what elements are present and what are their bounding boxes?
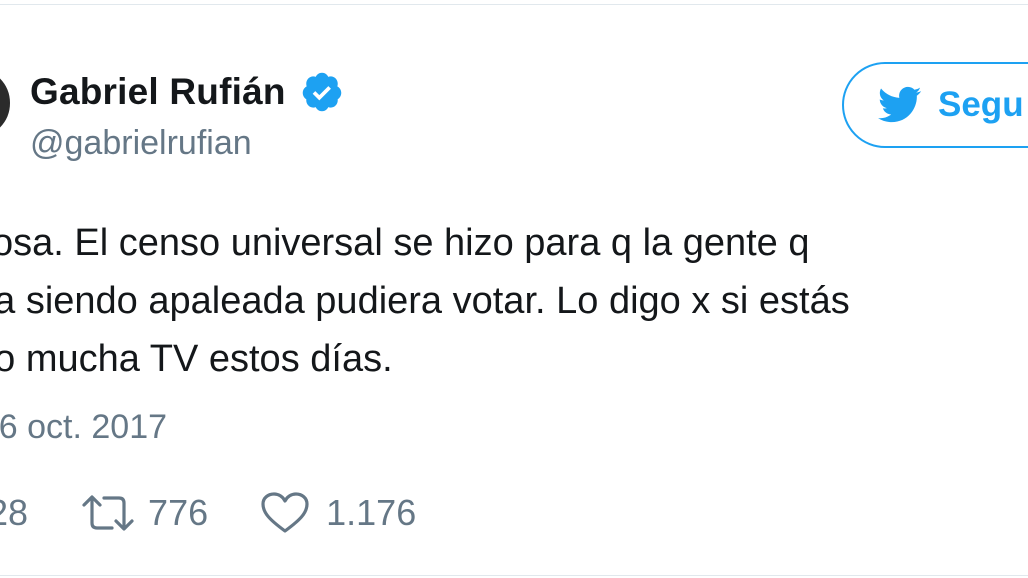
- retweet-icon: [78, 491, 138, 535]
- tweet-text-line: ba siendo apaleada pudiera votar. Lo dig…: [0, 280, 850, 322]
- tweet-card: Gabriel Rufián @gabrielrufian Segu cosa.…: [0, 0, 1028, 578]
- heart-icon: [260, 491, 310, 535]
- avatar[interactable]: [0, 66, 12, 140]
- verified-badge-icon: [300, 70, 344, 114]
- retweet-action[interactable]: 776: [78, 491, 208, 535]
- follow-button-label: Segu: [938, 85, 1024, 124]
- author-handle[interactable]: @gabrielrufian: [30, 124, 252, 163]
- reply-count: 28: [0, 492, 29, 533]
- bottom-divider: [0, 575, 1028, 576]
- author-display-name[interactable]: Gabriel Rufián: [30, 71, 286, 113]
- follow-button[interactable]: Segu: [842, 62, 1028, 148]
- tweet-text-line: do mucha TV estos días.: [0, 338, 393, 380]
- reply-action[interactable]: 28: [0, 492, 28, 534]
- like-action[interactable]: 1.176: [260, 491, 416, 535]
- twitter-bird-icon: [878, 86, 922, 124]
- tweet-timestamp[interactable]: - 6 oct. 2017: [0, 408, 167, 447]
- top-divider: [0, 4, 1028, 5]
- tweet-text: cosa. El censo universal se hizo para q …: [0, 214, 1028, 388]
- tweet-text-line: cosa. El censo universal se hizo para q …: [0, 222, 810, 264]
- like-count: 1.176: [326, 492, 417, 533]
- author-name-row: Gabriel Rufián: [30, 70, 344, 114]
- tweet-actions: 28 776 1.176: [0, 488, 416, 538]
- retweet-count: 776: [148, 492, 209, 533]
